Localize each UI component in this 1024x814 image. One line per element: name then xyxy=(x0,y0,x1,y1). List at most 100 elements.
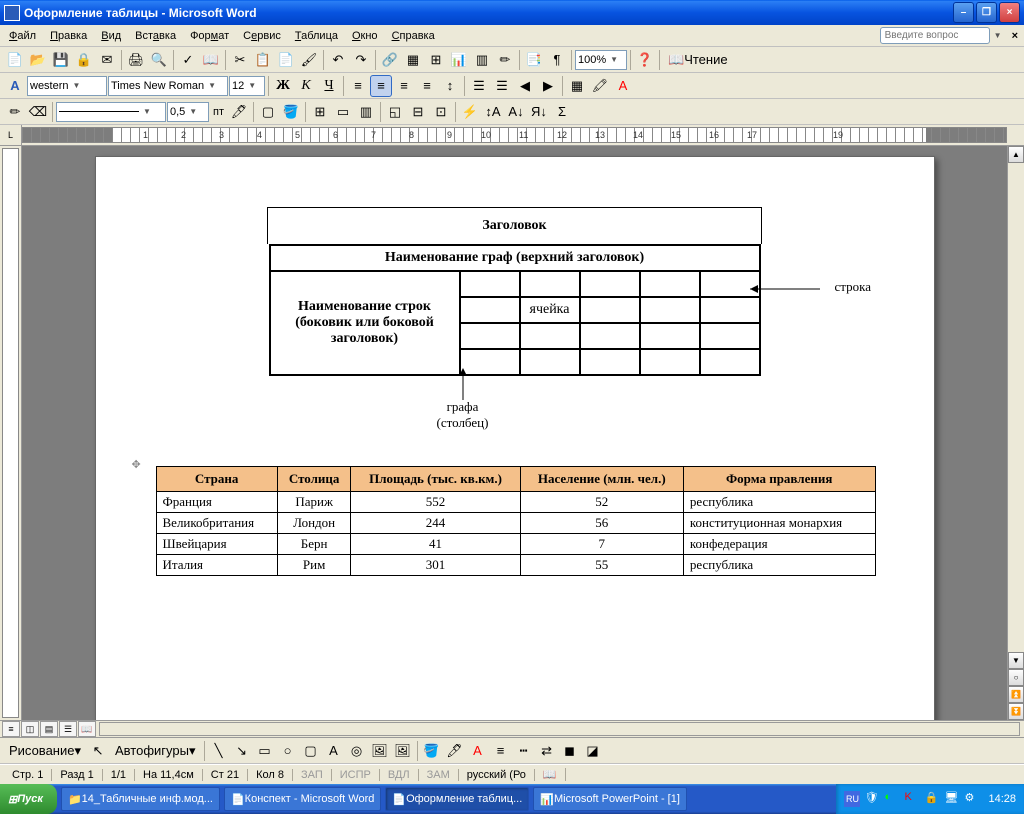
drawing-menu-button[interactable]: Рисование ▾ xyxy=(4,740,86,762)
menu-edit[interactable]: Правка xyxy=(43,28,94,44)
line-style-button[interactable]: ≡ xyxy=(490,740,512,762)
align-right-button[interactable]: ≡ xyxy=(393,75,415,97)
open-button[interactable]: 📂 xyxy=(27,49,49,71)
clock[interactable]: 14:28 xyxy=(988,793,1016,805)
text-direction-button[interactable]: ↕A xyxy=(482,101,504,123)
format-painter-button[interactable]: 🖌 xyxy=(298,49,320,71)
menu-insert[interactable]: Вставка xyxy=(128,28,183,44)
tray-icon-6[interactable]: ⚙ xyxy=(964,791,980,807)
task-item-word1[interactable]: 📄 Конспект - Microsoft Word xyxy=(224,787,381,811)
align-top-left-button[interactable]: ◱ xyxy=(384,101,406,123)
line-button[interactable]: ╲ xyxy=(208,740,230,762)
draw-table-button[interactable]: ✏ xyxy=(4,101,26,123)
rectangle-button[interactable]: ▭ xyxy=(254,740,276,762)
picture-button[interactable]: 🖼 xyxy=(392,740,414,762)
research-button[interactable]: 📖 xyxy=(200,49,222,71)
align-left-button[interactable]: ≡ xyxy=(347,75,369,97)
sort-asc-button[interactable]: A↓ xyxy=(505,101,527,123)
textbox-button[interactable]: ▢ xyxy=(300,740,322,762)
wordart-button[interactable]: A xyxy=(323,740,345,762)
table-move-handle-icon[interactable]: ✥ xyxy=(132,458,141,471)
task-item-word2[interactable]: 📄 Оформление таблиц... xyxy=(385,787,529,811)
fill-color-button[interactable]: 🪣 xyxy=(421,740,443,762)
copy-button[interactable]: 📋 xyxy=(252,49,274,71)
vertical-ruler[interactable] xyxy=(0,146,22,720)
spellcheck-button[interactable]: ✓ xyxy=(177,49,199,71)
distribute-cols-button[interactable]: ⊡ xyxy=(430,101,452,123)
ruler-corner[interactable]: L xyxy=(0,125,22,145)
zoom-combo[interactable]: 100%▼ xyxy=(575,50,627,70)
outline-view-button[interactable]: ☰ xyxy=(59,721,77,737)
minimize-button[interactable]: – xyxy=(953,2,974,23)
bullets-button[interactable]: ☰ xyxy=(491,75,513,97)
prev-page-button[interactable]: ⏫ xyxy=(1008,686,1024,703)
new-doc-button[interactable]: 📄 xyxy=(4,49,26,71)
menu-view[interactable]: Вид xyxy=(94,28,128,44)
shadow-button[interactable]: ◼ xyxy=(559,740,581,762)
menu-window[interactable]: Окно xyxy=(345,28,385,44)
task-item-folder[interactable]: 📁 14_Табличные инф.мод... xyxy=(61,787,220,811)
tray-icon-2[interactable]: ◐ xyxy=(884,791,900,807)
menu-file[interactable]: Файл xyxy=(2,28,43,44)
numbering-button[interactable]: ☰ xyxy=(468,75,490,97)
horizontal-scrollbar[interactable] xyxy=(99,722,1020,736)
diagram-button[interactable]: ◎ xyxy=(346,740,368,762)
close-button[interactable]: × xyxy=(999,2,1020,23)
line-spacing-button[interactable]: ↕ xyxy=(439,75,461,97)
menu-tools[interactable]: Сервис xyxy=(236,28,288,44)
borders-button[interactable]: ▦ xyxy=(566,75,588,97)
scroll-up-button[interactable]: ▲ xyxy=(1008,146,1024,163)
line-style-combo[interactable]: ▼ xyxy=(56,102,166,122)
oval-button[interactable]: ○ xyxy=(277,740,299,762)
scroll-down-button[interactable]: ▼ xyxy=(1008,652,1024,669)
tray-icon-5[interactable]: 🖥 xyxy=(944,791,960,807)
print-view-button[interactable]: ▤ xyxy=(40,721,58,737)
outside-border-button[interactable]: ▢ xyxy=(257,101,279,123)
size-combo[interactable]: 12▼ xyxy=(229,76,265,96)
merge-cells-button[interactable]: ▭ xyxy=(332,101,354,123)
line-color-button[interactable]: 🖊 xyxy=(444,740,466,762)
tray-icon-3[interactable]: K xyxy=(904,791,920,807)
scroll-track[interactable] xyxy=(1008,163,1024,652)
select-browse-object-button[interactable]: ○ xyxy=(1008,669,1024,686)
vertical-scrollbar[interactable]: ▲ ▼ ○ ⏫ ⏬ xyxy=(1007,146,1024,720)
print-button[interactable]: 🖨 xyxy=(125,49,147,71)
autosum-button[interactable]: Σ xyxy=(551,101,573,123)
permission-button[interactable]: 🔒 xyxy=(73,49,95,71)
shading-color-button[interactable]: 🪣 xyxy=(280,101,302,123)
email-button[interactable]: ✉ xyxy=(96,49,118,71)
underline-button[interactable]: Ч xyxy=(318,75,340,97)
docmap-button[interactable]: 📑 xyxy=(523,49,545,71)
font-color-draw-button[interactable]: A xyxy=(467,740,489,762)
distribute-rows-button[interactable]: ⊟ xyxy=(407,101,429,123)
lang-indicator[interactable]: RU xyxy=(844,791,860,807)
cut-button[interactable]: ✂ xyxy=(229,49,251,71)
autoshapes-button[interactable]: Автофигуры ▾ xyxy=(110,740,201,762)
highlight-button[interactable]: 🖍 xyxy=(589,75,611,97)
arrow-button[interactable]: ↘ xyxy=(231,740,253,762)
show-marks-button[interactable]: ¶ xyxy=(546,49,568,71)
excel-button[interactable]: 📊 xyxy=(448,49,470,71)
arrow-style-button[interactable]: ⇄ xyxy=(536,740,558,762)
paste-button[interactable]: 📄 xyxy=(275,49,297,71)
clipart-button[interactable]: 🖼 xyxy=(369,740,391,762)
split-cells-button[interactable]: ▥ xyxy=(355,101,377,123)
3d-button[interactable]: ◪ xyxy=(582,740,604,762)
horizontal-ruler[interactable]: 123 456 789 101112 131415 161719 xyxy=(22,127,1007,143)
menu-table[interactable]: Таблица xyxy=(288,28,345,44)
justify-button[interactable]: ≡ xyxy=(416,75,438,97)
insert-table-button[interactable]: ⊞ xyxy=(425,49,447,71)
font-combo[interactable]: Times New Roman▼ xyxy=(108,76,228,96)
reading-layout-button[interactable]: 📖 Чтение xyxy=(663,49,733,71)
preview-button[interactable]: 🔍 xyxy=(148,49,170,71)
font-color-button[interactable]: A xyxy=(612,75,634,97)
menu-help[interactable]: Справка xyxy=(385,28,442,44)
style-combo[interactable]: western▼ xyxy=(27,76,107,96)
undo-button[interactable]: ↶ xyxy=(327,49,349,71)
next-page-button[interactable]: ⏬ xyxy=(1008,703,1024,720)
normal-view-button[interactable]: ≡ xyxy=(2,721,20,737)
eraser-button[interactable]: ⌫ xyxy=(27,101,49,123)
line-weight-combo[interactable]: 0,5▼ xyxy=(167,102,209,122)
select-objects-button[interactable]: ↖ xyxy=(87,740,109,762)
task-item-ppt[interactable]: 📊 Microsoft PowerPoint - [1] xyxy=(533,787,687,811)
